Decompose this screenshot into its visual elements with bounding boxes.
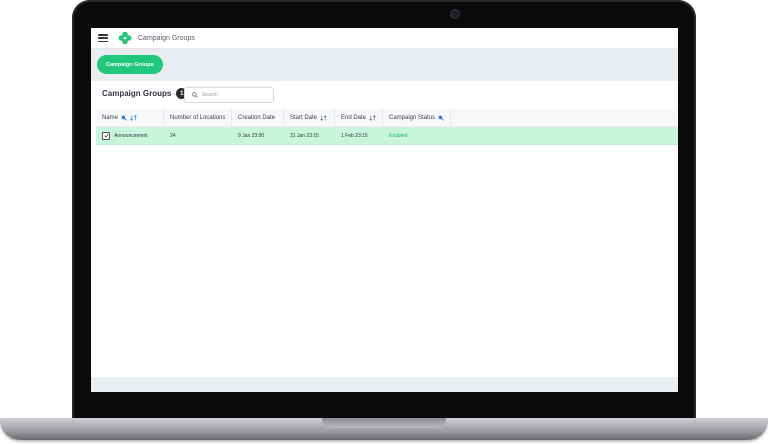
campaign-groups-tab-button[interactable]: Campaign Groups <box>97 55 163 74</box>
column-header-name[interactable]: Name <box>96 109 164 126</box>
page-title: Campaign Groups <box>102 89 172 98</box>
search-icon[interactable] <box>121 115 127 121</box>
sort-icon[interactable] <box>130 114 137 121</box>
column-header-creation-date[interactable]: Creation Date <box>232 109 284 126</box>
logo-icon <box>118 31 132 45</box>
check-icon <box>103 133 109 138</box>
footer <box>91 377 678 392</box>
row-checkbox[interactable] <box>102 131 110 140</box>
column-header-locations[interactable]: Number of Locations <box>164 109 232 126</box>
column-header-end-date[interactable]: End Date <box>335 109 383 126</box>
main-content: Campaign Groups 1 Name <box>91 81 678 377</box>
laptop-notch <box>322 418 446 428</box>
camera-icon <box>450 9 460 19</box>
table-header: Name Number of Locations Creation Date S… <box>96 109 678 127</box>
sort-icon[interactable] <box>369 114 376 121</box>
search-input[interactable] <box>202 92 262 98</box>
search-box[interactable] <box>184 87 274 103</box>
column-header-campaign-status[interactable]: Campaign Status <box>383 109 451 126</box>
sort-icon[interactable] <box>320 114 327 121</box>
app-title: Campaign Groups <box>138 34 195 42</box>
cell-creation-date: 9 Jan 23:00 <box>238 132 265 139</box>
cell-end-date: 1 Feb 23:15 <box>341 132 368 139</box>
menu-icon[interactable] <box>98 34 108 42</box>
laptop-base <box>0 418 768 440</box>
toolbar: Campaign Groups <box>91 49 678 81</box>
cell-start-date: 31 Jan 23:15 <box>290 132 319 139</box>
table-row[interactable]: Announcement 24 9 Jan 23:00 31 Jan 23:15… <box>96 127 678 145</box>
top-bar: Campaign Groups <box>91 28 678 49</box>
cell-name: Announcement <box>96 127 164 144</box>
campaign-groups-table: Name Number of Locations Creation Date S… <box>96 109 678 145</box>
laptop-mockup: Campaign Groups Campaign Groups Campaign… <box>0 0 768 444</box>
section-header: Campaign Groups 1 <box>102 88 188 99</box>
status-badge: Enabled <box>389 132 408 139</box>
search-icon[interactable] <box>438 115 444 121</box>
search-icon <box>192 92 198 98</box>
column-header-start-date[interactable]: Start Date <box>284 109 335 126</box>
app-screen: Campaign Groups Campaign Groups Campaign… <box>91 28 678 392</box>
cell-locations: 24 <box>170 132 176 139</box>
